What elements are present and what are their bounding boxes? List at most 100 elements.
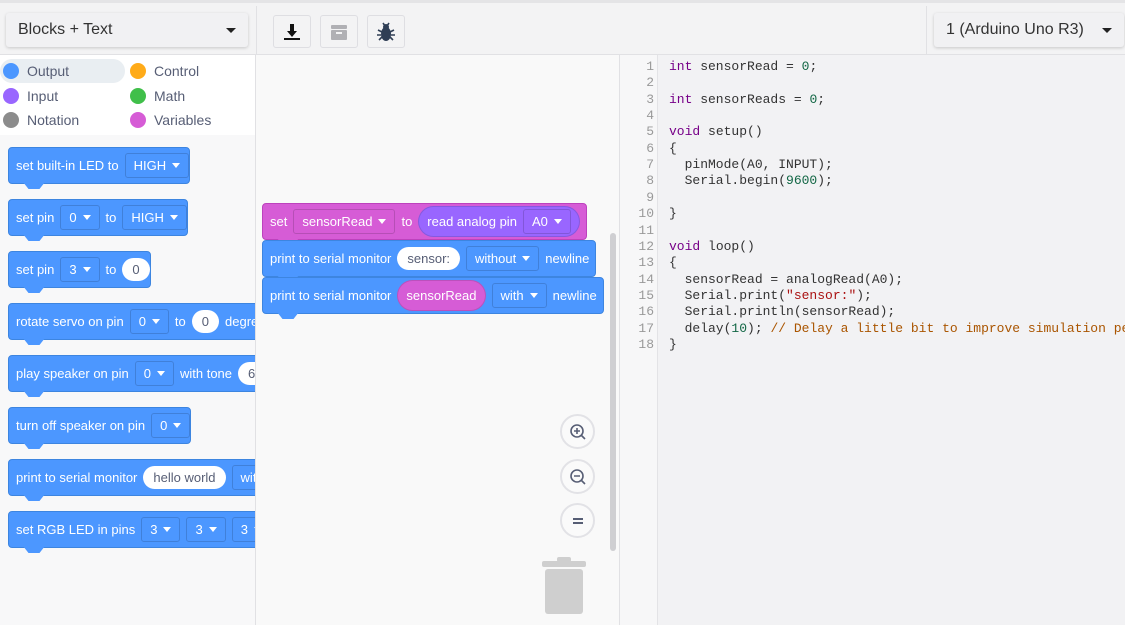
code-line[interactable]: void loop(): [669, 239, 755, 254]
code-line[interactable]: void setup(): [669, 124, 763, 139]
reporter-block[interactable]: sensorRead: [397, 280, 486, 311]
code-line[interactable]: }: [669, 206, 677, 221]
zoom-out-button[interactable]: [560, 459, 595, 494]
block-dropdown[interactable]: HIGH: [124, 153, 190, 178]
dropdown-value: sensorRead: [302, 214, 373, 229]
dropdown-value: A0: [531, 214, 548, 229]
caret-down-icon: [378, 219, 387, 224]
caret-down-icon: [522, 256, 531, 261]
code-token: delay(: [669, 320, 732, 336]
code-token: setup(): [700, 124, 763, 140]
palette-block[interactable]: set built-in LED to HIGH: [8, 147, 191, 189]
archive-button[interactable]: [320, 15, 358, 48]
block-dropdown[interactable]: 0: [151, 413, 191, 438]
dropdown-value: 0: [69, 210, 77, 225]
category-math[interactable]: Math: [127, 84, 252, 108]
palette-block[interactable]: print to serial monitor hello world with: [8, 459, 255, 501]
line-number-gutter: 1 2 3 4 5 6 7 8 9 10 11 12 13 14 15 16 17 18: [620, 55, 658, 625]
block-dropdown[interactable]: 3: [60, 257, 100, 282]
reporter-block[interactable]: read analog pin A0: [418, 206, 580, 237]
block-dropdown[interactable]: 0: [129, 309, 169, 334]
line-number: 16: [638, 304, 654, 320]
code-editor[interactable]: 1 2 3 4 5 6 7 8 9 10 11 12 13 14 15 16 17 18 int sensorRe…: [620, 55, 1125, 625]
dropdown-value: 3: [150, 522, 158, 537]
zoom-reset-button[interactable]: [560, 503, 595, 538]
code-line[interactable]: Serial.println(sensorRead);: [669, 304, 896, 320]
palette-block[interactable]: turn off speaker on pin 0: [8, 407, 192, 449]
block-text-input[interactable]: 0: [191, 310, 219, 333]
palette-block[interactable]: set pin 3 to 0: [8, 251, 151, 293]
caret-down-icon: [529, 293, 538, 298]
block-text-input[interactable]: hello world: [143, 466, 226, 489]
block-notch: [23, 234, 45, 241]
block-dropdown[interactable]: with: [231, 465, 255, 490]
mode-select[interactable]: Blocks + Text: [6, 13, 248, 47]
chevron-down-icon: [1102, 27, 1112, 33]
code-line[interactable]: {: [669, 255, 677, 270]
code-line[interactable]: int sensorRead = 0;: [669, 59, 817, 74]
block-label: set: [270, 214, 288, 229]
block-dropdown[interactable]: A0: [522, 209, 571, 234]
line-number: 6: [646, 140, 654, 156]
zoom-in-button[interactable]: [560, 414, 595, 449]
script-block[interactable]: set sensorRead to read analog pin A0: [262, 203, 587, 245]
category-output[interactable]: Output: [0, 59, 125, 83]
block-dropdown[interactable]: without: [466, 246, 540, 271]
code-line[interactable]: }: [669, 337, 677, 352]
block-workspace[interactable]: set sensorRead to read analog pin A0 print to…: [256, 55, 620, 625]
code-token: Serial.println(sensorRead);: [669, 304, 896, 320]
download-button[interactable]: [273, 15, 311, 48]
debugger-button[interactable]: [367, 15, 405, 48]
block-dropdown[interactable]: with: [491, 283, 547, 308]
board-select[interactable]: 1 (Arduino Uno R3): [934, 13, 1124, 47]
code-line[interactable]: int sensorReads = 0;: [669, 92, 825, 107]
block-notch: [23, 286, 45, 293]
code-token: }: [669, 336, 677, 352]
category-notation[interactable]: Notation: [0, 108, 125, 132]
block-label: rotate servo on pin: [16, 314, 124, 329]
code-token: {: [669, 255, 677, 271]
block-palette: Output Control Input Math Notation Variables …: [0, 55, 256, 625]
palette-block[interactable]: rotate servo on pin 0 to 0 degrees: [8, 303, 255, 345]
code-token: void: [669, 124, 701, 140]
block-dropdown[interactable]: sensorRead: [293, 209, 396, 234]
category-input[interactable]: Input: [0, 84, 125, 108]
code-line[interactable]: Serial.print("sensor:");: [669, 288, 872, 303]
block-text-input[interactable]: 0: [122, 258, 150, 281]
block-dropdown[interactable]: 0: [60, 205, 100, 230]
script-block[interactable]: print to serial monitor sensorRead with new…: [262, 277, 604, 319]
block-label: set pin: [16, 262, 55, 277]
block-label: to: [401, 214, 413, 229]
category-label: Control: [154, 63, 200, 79]
block-notch: [23, 338, 45, 345]
block-dropdown[interactable]: 3: [231, 517, 255, 542]
block-dropdown[interactable]: 3: [186, 517, 226, 542]
code-line[interactable]: Serial.begin(9600);: [669, 173, 833, 188]
category-control[interactable]: Control: [127, 59, 252, 83]
divider: [256, 6, 257, 58]
block-label: sensorRead: [406, 288, 477, 303]
palette-block[interactable]: set pin 0 to HIGH: [8, 199, 188, 241]
code-line[interactable]: {: [669, 141, 677, 156]
trash-icon[interactable]: [542, 557, 586, 615]
block-label: set pin: [16, 210, 55, 225]
block-dropdown[interactable]: HIGH: [122, 205, 187, 230]
dropdown-value: with: [240, 470, 255, 485]
block-dropdown[interactable]: 3: [141, 517, 181, 542]
palette-block[interactable]: play speaker on pin 0 with tone 60: [8, 355, 255, 397]
input-color-dot: [3, 87, 19, 104]
mode-select-value: Blocks + Text: [18, 21, 113, 38]
palette-block[interactable]: set RGB LED in pins 3 3 3: [8, 511, 255, 553]
code-token: 10: [731, 320, 748, 336]
block-dropdown[interactable]: 0: [134, 361, 174, 386]
block-text-input[interactable]: sensor:: [397, 247, 461, 270]
script-block[interactable]: print to serial monitor sensor: without new…: [262, 240, 597, 282]
code-line[interactable]: pinMode(A0, INPUT);: [669, 157, 833, 172]
category-variables[interactable]: Variables: [127, 108, 252, 132]
block-text-input[interactable]: 60: [238, 362, 255, 385]
line-number: 17: [638, 320, 654, 336]
code-token: // Delay a little bit to improve simulat…: [770, 320, 1125, 336]
code-line[interactable]: delay(10); // Delay a little bit to impr…: [669, 321, 1125, 336]
workspace-scrollbar[interactable]: [610, 233, 616, 551]
code-line[interactable]: sensorRead = analogRead(A0);: [669, 272, 903, 287]
